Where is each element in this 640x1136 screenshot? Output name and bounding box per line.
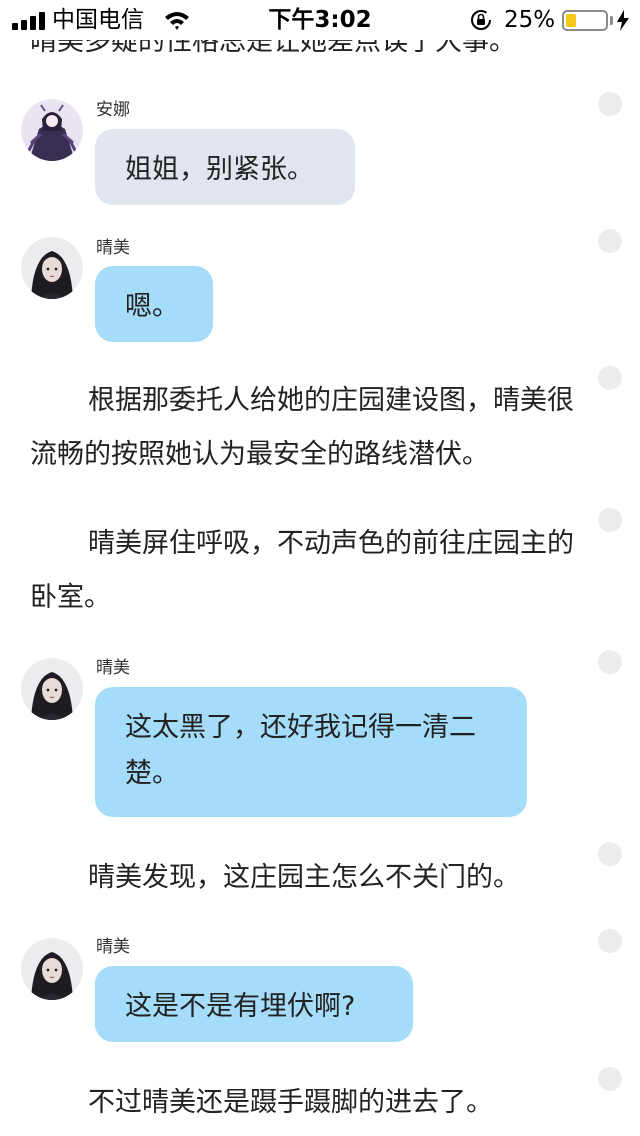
message-bubble-qingmei[interactable]: 嗯。 (95, 266, 213, 342)
message-option-dot[interactable] (598, 842, 622, 866)
message-option-dot[interactable] (598, 229, 622, 253)
avatar-qingmei[interactable] (21, 938, 83, 1000)
avatar-qingmei[interactable] (21, 658, 83, 720)
message-option-dot[interactable] (598, 508, 622, 532)
message-bubble-qingmei[interactable]: 这是不是有埋伏啊? (95, 966, 413, 1042)
message-option-dot[interactable] (598, 650, 622, 674)
sender-name-qingmei: 晴美 (96, 238, 130, 258)
message-option-dot[interactable] (598, 92, 622, 116)
sender-name-qingmei: 晴美 (96, 937, 130, 957)
battery-level (566, 14, 576, 27)
message-option-dot[interactable] (598, 929, 622, 953)
avatar-anna[interactable] (21, 99, 83, 161)
message-bubble-qingmei[interactable]: 这太黑了，还好我记得一清二楚。 (95, 687, 527, 817)
avatar-qingmei[interactable] (21, 237, 83, 299)
narration-paragraph: 晴美发现，这庄园主怎么不关门的。 (88, 862, 520, 893)
status-bar: 中国电信 下午3:02 25% (0, 0, 640, 40)
message-option-dot[interactable] (598, 1067, 622, 1091)
message-option-dot[interactable] (598, 366, 622, 390)
sender-name-anna: 安娜 (96, 100, 130, 120)
narration-paragraph: 不过晴美还是蹑手蹑脚的进去了。 (88, 1087, 493, 1118)
message-bubble-anna[interactable]: 姐姐，别紧张。 (95, 129, 355, 205)
sender-name-qingmei: 晴美 (96, 658, 130, 678)
narration-paragraph: 根据那委托人给她的庄园建设图，晴美很流畅的按照她认为最安全的路线潜伏。 (30, 385, 574, 470)
battery-tip (610, 16, 613, 25)
narration-paragraph: 晴美屏住呼吸，不动声色的前往庄园主的卧室。 (30, 528, 574, 613)
battery-icon (562, 10, 608, 31)
battery-percentage: 25% (504, 7, 556, 33)
charging-icon (617, 10, 629, 31)
orientation-lock-icon (471, 10, 491, 30)
